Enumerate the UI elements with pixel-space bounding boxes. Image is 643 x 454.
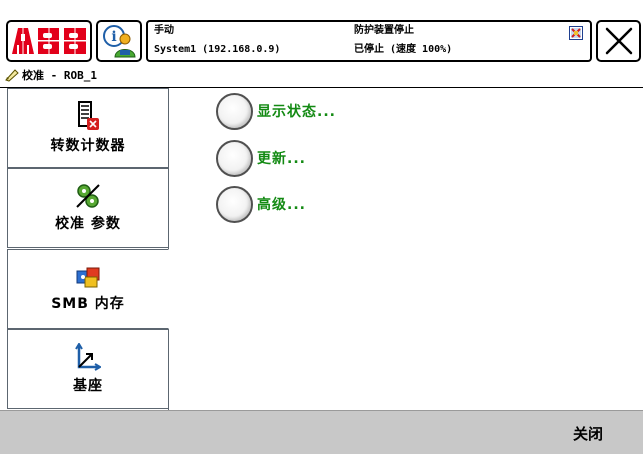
status-panel[interactable]: 手动 System1 (192.168.0.9) 防护装置停止 已停止 (速度 … <box>146 20 592 62</box>
breadcrumb-text: 校准 - ROB_1 <box>22 69 97 82</box>
quickset-button[interactable]: i <box>96 20 142 62</box>
controller-state-text: 已停止 (速度 100%) <box>354 44 453 55</box>
show-status-option[interactable]: 显示状态... <box>216 92 336 130</box>
tab-base-frame[interactable]: 基座 <box>7 329 169 409</box>
bottom-command-bar: 关闭 <box>0 410 643 454</box>
operating-mode-text: 手动 <box>154 25 174 36</box>
calibration-pencil-icon <box>5 69 19 82</box>
radio-button[interactable] <box>216 92 253 130</box>
option-label: 更新... <box>257 151 306 167</box>
breadcrumb: 校准 - ROB_1 <box>4 66 97 84</box>
base-frame-icon <box>75 343 101 371</box>
close-button[interactable]: 关闭 <box>533 411 643 454</box>
tab-label: 基座 <box>73 378 103 394</box>
tab-label: 转数计数器 <box>50 138 126 154</box>
radio-button[interactable] <box>216 139 253 177</box>
tab-smb-memory[interactable]: SMB 内存 <box>7 249 169 329</box>
option-label: 高级... <box>257 197 306 213</box>
svg-text:i: i <box>111 29 116 45</box>
system-name-text: System1 (192.168.0.9) <box>154 44 281 55</box>
calibration-parameters-icon <box>76 184 100 208</box>
advanced-option[interactable]: 高级... <box>216 185 306 223</box>
tab-calibration-parameters[interactable]: 校准 参数 <box>7 168 169 248</box>
guard-stop-text: 防护装置停止 <box>354 25 414 36</box>
tab-label: 校准 参数 <box>55 216 121 232</box>
update-option[interactable]: 更新... <box>216 139 306 177</box>
close-icon <box>605 27 632 55</box>
option-label: 显示状态... <box>257 104 336 120</box>
abb-logo-icon <box>12 28 86 54</box>
radio-button[interactable] <box>216 185 253 223</box>
tab-label: SMB 内存 <box>51 296 125 312</box>
event-log-icon <box>569 26 583 40</box>
abb-menu-button[interactable] <box>6 20 92 62</box>
revolution-counter-icon <box>78 101 99 130</box>
smb-memory-icon <box>76 267 100 288</box>
tab-revolution-counters[interactable]: 转数计数器 <box>7 88 169 168</box>
close-window-button[interactable] <box>596 20 641 62</box>
top-status-bar: i 手动 System1 (192.168.0.9) 防护装置停止 已停止 (速… <box>0 0 643 64</box>
operator-info-icon: i <box>103 25 136 58</box>
